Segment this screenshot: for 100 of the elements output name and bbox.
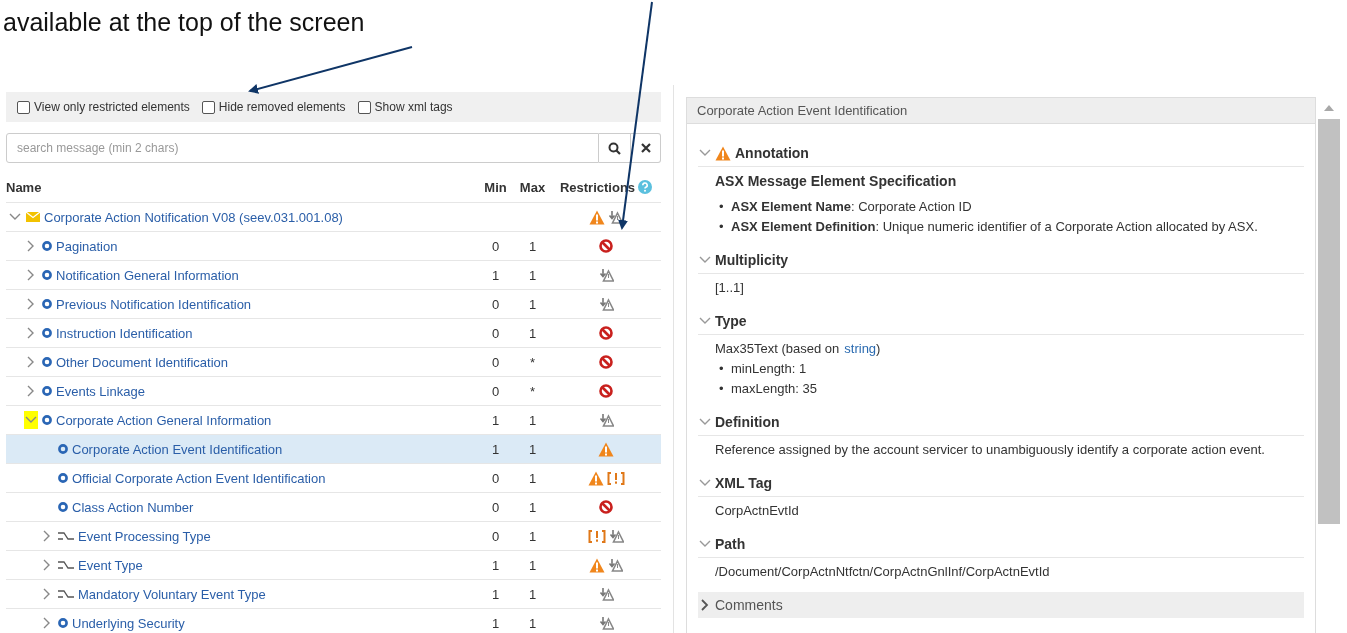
clear-button[interactable] [631,133,661,163]
envelope-icon [26,212,40,222]
filter-checkbox[interactable]: View only restricted elements [17,100,190,114]
bullet-marker: • [719,380,725,398]
min-value: 1 [491,441,500,457]
tree-item-link[interactable]: Notification General Information [56,267,239,283]
prohibited-icon [599,239,613,253]
tree-item-link[interactable]: Events Linkage [56,383,145,399]
section-title: Definition [715,414,780,430]
circle-icon [42,328,52,338]
max-value: 1 [528,557,537,573]
section-title: Comments [715,597,783,613]
section-text: CorpActnEvtId [715,502,800,520]
min-value: 0 [491,238,500,254]
section-title: Annotation [735,145,809,161]
search-button[interactable] [599,133,631,163]
tree-item-link[interactable]: Event Type [78,557,143,573]
bullet-text: minLength: 1 [731,360,807,378]
tree-item-link[interactable]: Other Document Identification [56,354,228,370]
prohibited-icon [599,355,613,369]
min-value: 0 [491,296,500,312]
arrow-triangle-icon [598,587,614,601]
arrow-triangle-icon [598,413,614,427]
min-value: 0 [491,499,500,515]
max-value: * [529,383,536,399]
section-subheading: ASX Message Element Specification [715,172,958,191]
min-value: 0 [491,325,500,341]
switch-icon [58,560,74,570]
arrow-triangle-icon [598,297,614,311]
min-value: 1 [491,412,500,428]
prohibited-icon [599,326,613,340]
tree-item-link[interactable]: Corporate Action General Information [56,412,272,428]
section-header[interactable]: Path [698,531,1304,558]
max-value: 1 [528,499,537,515]
tree-item-link[interactable]: Corporate Action Notification V08 (seev.031.001.08) [44,209,343,225]
close-icon [640,143,651,153]
bullet-text: maxLength: 35 [731,380,817,398]
section-text: Reference assigned by the account servicer to unambiguously identify a corporate action event. [715,441,1266,459]
section-header[interactable]: Type [698,308,1304,335]
section-title: Multiplicity [715,252,789,268]
scroll-up-icon[interactable] [1323,104,1335,112]
selected-row[interactable]: Corporate Action Event Identification 1 1 [6,435,661,464]
scrollbar-thumb[interactable] [1318,119,1340,524]
section-title: Type [715,313,747,329]
circle-icon [58,618,68,628]
tree-item-link[interactable]: Previous Notification Identification [56,296,252,312]
column-header: Max [518,179,547,195]
arrow-triangle-icon [598,616,614,630]
search-field[interactable]: search message (min 2 chars) [6,133,599,163]
section-header[interactable]: XML Tag [698,470,1304,497]
circle-icon [42,415,52,425]
tree-item-link[interactable]: Pagination [56,238,118,254]
filter-checkbox[interactable]: Show xml tags [357,100,453,114]
warning-icon [589,557,605,573]
tree-item-link[interactable]: Underlying Security [72,615,185,631]
min-value: 0 [491,528,500,544]
tree-item-link[interactable]: Event Processing Type [78,528,211,544]
tree-item-link[interactable]: Mandatory Voluntary Event Type [78,586,266,602]
bullet-marker: • [719,360,725,378]
section-header[interactable]: Comments [698,592,1304,618]
type-link[interactable]: string [844,341,877,356]
circle-icon [58,502,68,512]
tree-item-link[interactable]: Instruction Identification [56,325,193,341]
panel-title: Corporate Action Event Identification [687,98,1315,124]
bullet-marker: • [719,198,725,216]
arrow-triangle-icon [598,268,614,282]
section-header[interactable]: Definition [698,409,1304,436]
arrow-triangle-icon [608,210,623,224]
section-header[interactable]: Multiplicity [698,247,1304,274]
filter-checkbox[interactable]: Hide removed elements [201,100,346,114]
tree-item-link[interactable]: Official Corporate Action Event Identification [72,470,326,486]
max-value: 1 [528,296,537,312]
caption-text: available at the top of the screen [3,7,365,38]
warning-icon [598,441,614,457]
section-title: Path [715,536,746,552]
search-icon [608,141,621,155]
tree-item-link[interactable]: Corporate Action Event Identification [72,441,283,457]
type-text: ) [876,341,881,356]
circle-icon [42,270,52,280]
bracket-exclamation-icon [588,529,606,543]
max-value: 1 [528,441,537,457]
bullet-text: ASX Element Name: Corporate Action ID [731,198,972,216]
tree-item-link[interactable]: Class Action Number [72,499,194,515]
circle-icon [42,241,52,251]
max-value: * [529,354,536,370]
min-value: 0 [491,354,500,370]
max-value: 1 [528,238,537,254]
help-icon [638,180,653,194]
section-header[interactable]: Annotation [698,140,1304,167]
max-value: 1 [528,615,537,631]
bullet-text: ASX Element Definition: Unique numeric identifier of a Corporate Action allocated by ASX. [731,218,1258,236]
min-value: 1 [491,557,500,573]
warning-icon [587,470,604,486]
column-header: Name [6,179,42,195]
chevron-right-icon [699,599,711,611]
bullet-marker: • [719,218,725,236]
switch-icon [58,589,74,599]
switch-icon [58,531,74,541]
column-header: Min [483,179,508,195]
section-title: XML Tag [715,475,773,491]
